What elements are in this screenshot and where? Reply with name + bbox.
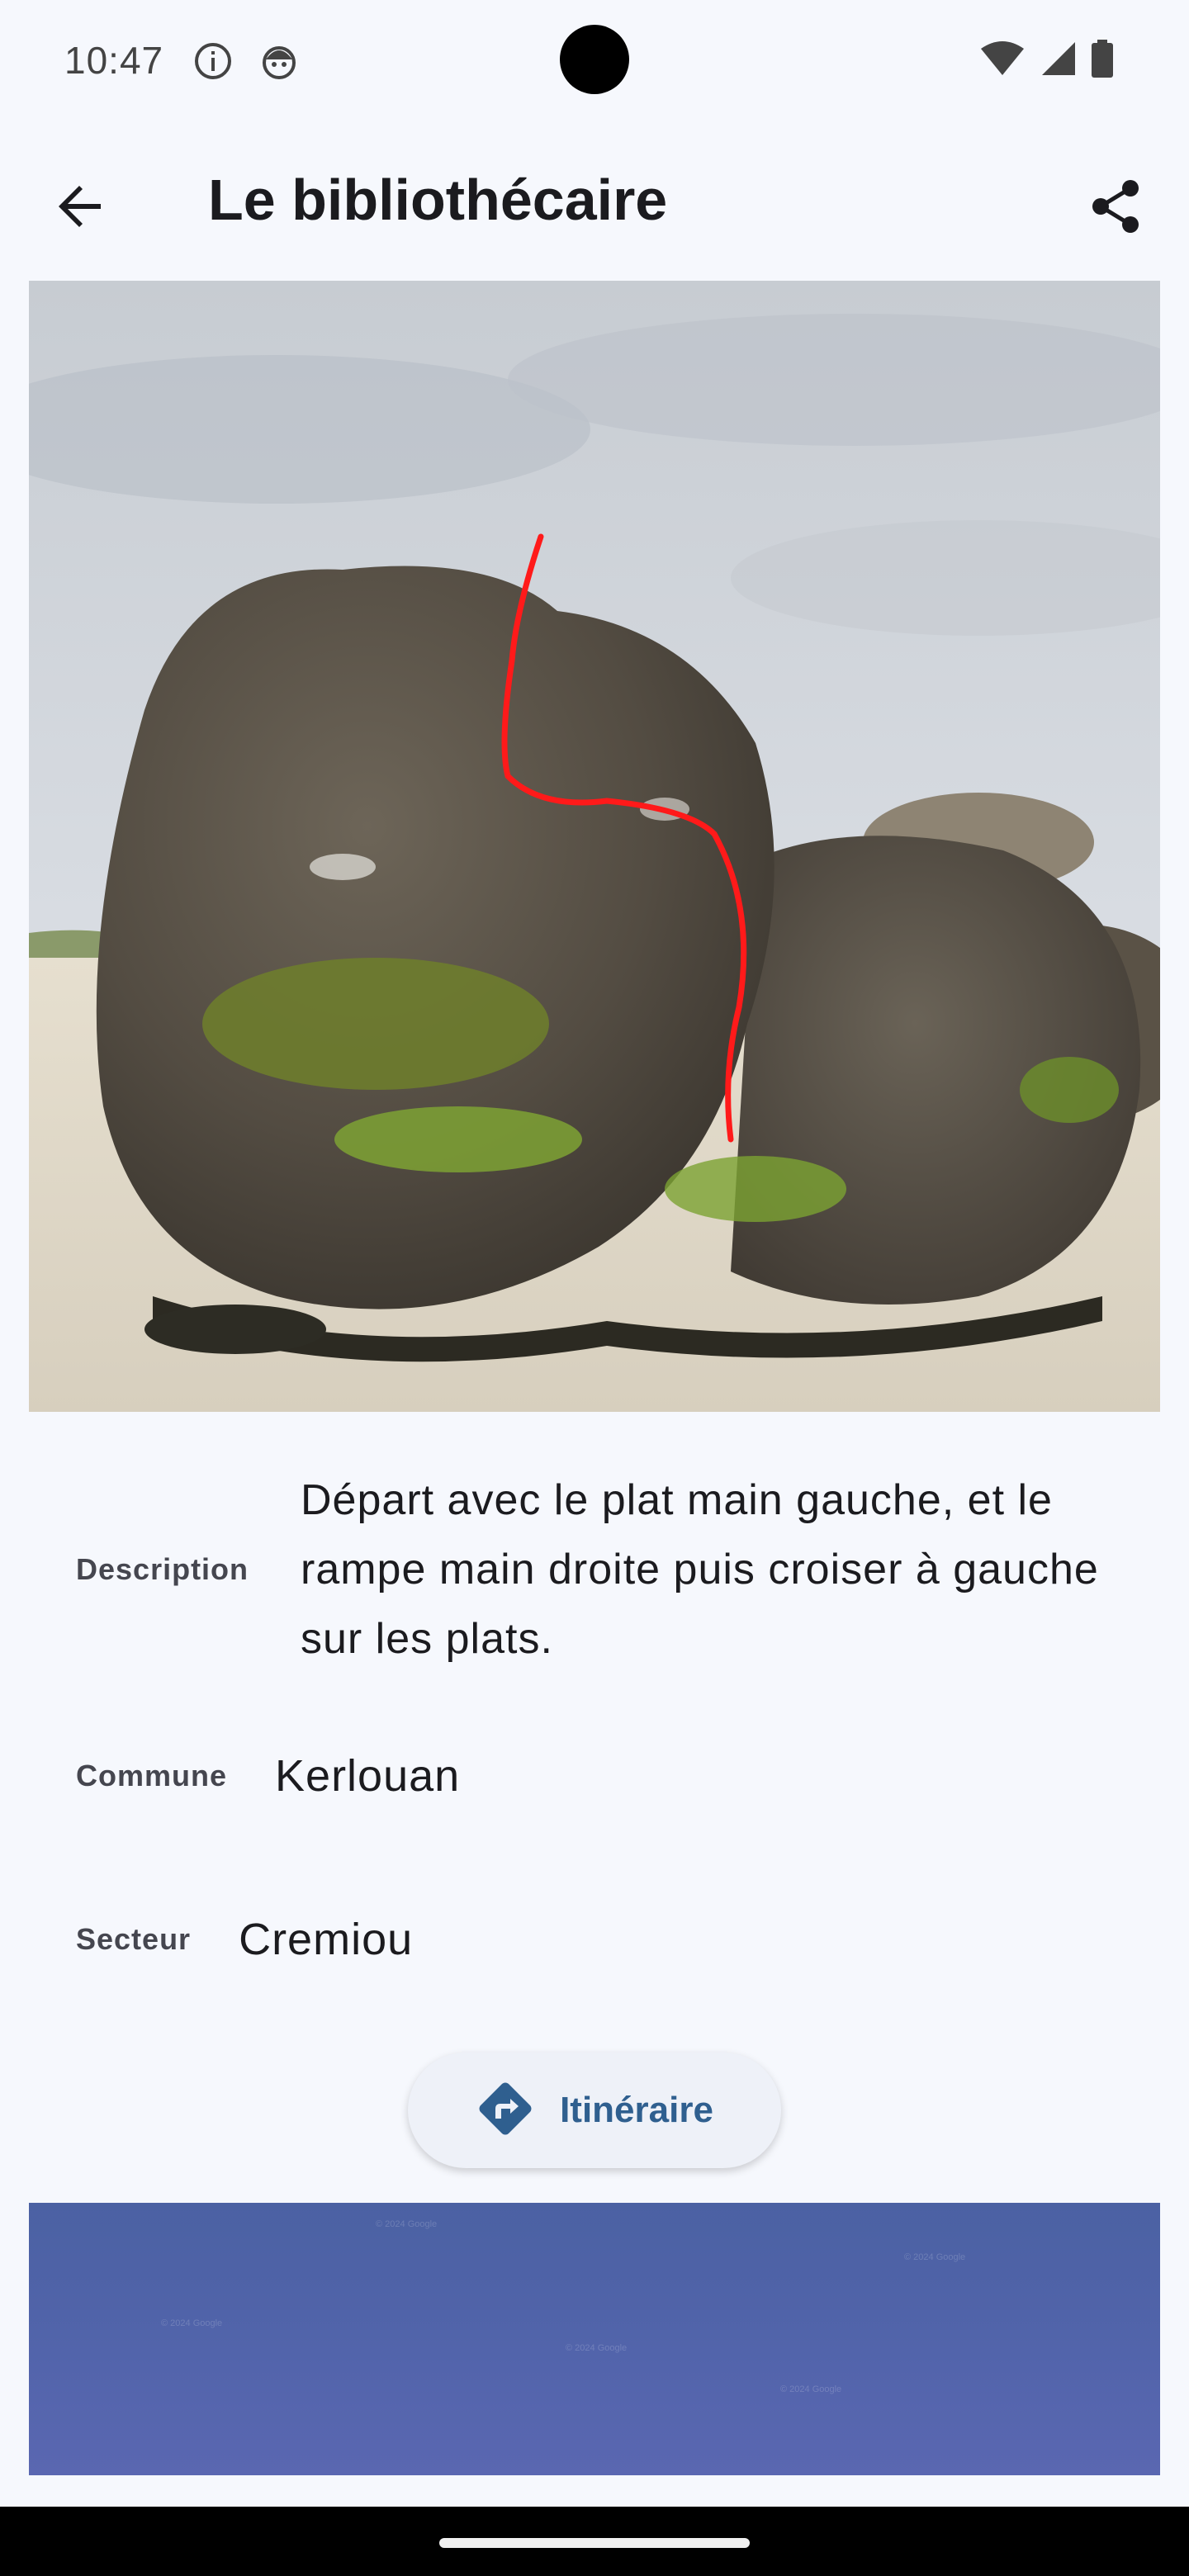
itinerary-button[interactable]: Itinéraire: [408, 2053, 781, 2168]
boulder-photo[interactable]: [29, 281, 1160, 1412]
wifi-icon: [979, 40, 1026, 81]
status-bar: 10:47: [0, 0, 1189, 124]
back-button[interactable]: [40, 167, 122, 249]
secteur-label: Secteur: [76, 1922, 192, 1956]
system-navigation-bar: [0, 2507, 1189, 2576]
commune-label: Commune: [76, 1759, 228, 1792]
map-watermark: © 2024 Google: [376, 2219, 438, 2229]
face-icon: [259, 41, 299, 81]
commune-row: Commune Kerlouan: [76, 1750, 460, 1802]
signal-icon: [1040, 40, 1077, 81]
secteur-value: Cremiou: [239, 1915, 414, 1964]
secteur-row: Secteur Cremiou: [76, 1914, 413, 1965]
arrow-back-icon: [54, 180, 107, 237]
share-icon: [1087, 178, 1145, 239]
map-watermark: © 2024 Google: [904, 2252, 966, 2262]
status-time: 10:47: [64, 39, 164, 82]
page-title: Le bibliothécaire: [208, 168, 668, 232]
commune-value: Kerlouan: [275, 1751, 461, 1801]
map-view[interactable]: © 2024 Google © 2024 Google © 2024 Googl…: [29, 2203, 1160, 2475]
battery-icon: [1092, 40, 1113, 82]
share-button[interactable]: [1075, 167, 1158, 249]
map-watermark: © 2024 Google: [161, 2318, 223, 2328]
map-watermark: © 2024 Google: [566, 2343, 628, 2353]
info-icon: [193, 41, 233, 81]
description-label: Description: [76, 1552, 249, 1586]
home-gesture-handle[interactable]: [439, 2538, 750, 2548]
top-app-bar: Le bibliothécaire: [0, 149, 1189, 251]
description-value: Départ avec le plat main gauche, et le r…: [301, 1476, 1099, 1663]
itinerary-label: Itinéraire: [560, 2090, 713, 2130]
map-watermark: © 2024 Google: [780, 2384, 842, 2394]
camera-cutout: [560, 25, 629, 94]
system-icons: [979, 40, 1113, 82]
directions-icon: [476, 2079, 535, 2143]
